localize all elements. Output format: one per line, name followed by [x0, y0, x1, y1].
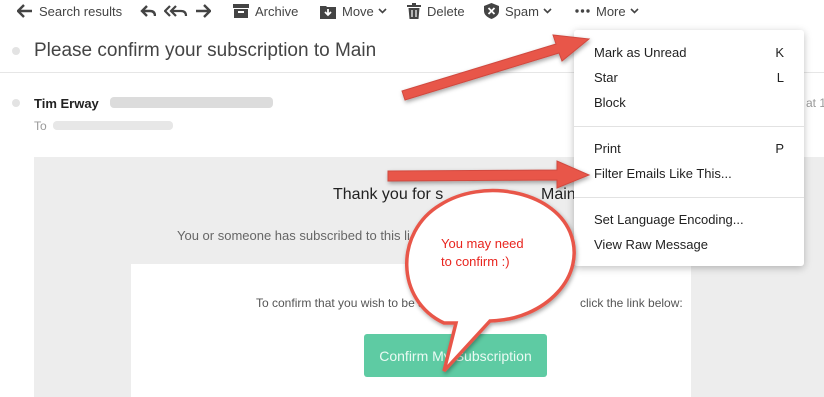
more-dropdown-menu: Mark as Unread K Star L Block Print P Fi…	[574, 30, 804, 266]
toolbar: Search results Archive Move Delete Spam …	[0, 0, 824, 22]
menu-item-view-raw[interactable]: View Raw Message	[594, 236, 784, 254]
delete-label: Delete	[427, 3, 465, 19]
move-folder-icon	[320, 5, 336, 19]
sender-name[interactable]: Tim Erway	[34, 96, 99, 111]
confirm-instruction: To confirm that you wish to be s	[256, 296, 425, 310]
menu-item-shortcut: P	[775, 141, 784, 156]
back-label: Search results	[39, 3, 123, 19]
menu-divider	[574, 126, 804, 127]
menu-item-print[interactable]: Print P	[594, 140, 784, 158]
arrow-left-icon	[17, 4, 32, 18]
menu-item-label: Block	[594, 95, 626, 110]
menu-item-shortcut: L	[776, 70, 784, 85]
menu-item-label: Print	[594, 141, 621, 156]
menu-item-label: Set Language Encoding...	[594, 212, 744, 227]
archive-label: Archive	[255, 3, 299, 19]
menu-item-filter-emails[interactable]: Filter Emails Like This...	[594, 165, 784, 183]
more-button[interactable]: More	[575, 2, 639, 20]
menu-item-star[interactable]: Star L	[594, 69, 784, 87]
thanks-heading: Thank you for s	[333, 186, 444, 203]
unread-dot[interactable]	[12, 47, 20, 55]
arrow-right-icon	[196, 4, 211, 18]
to-label: To	[34, 119, 47, 133]
confirm-card	[131, 264, 691, 397]
back-to-search-results-button[interactable]: Search results	[17, 2, 122, 20]
menu-item-language-encoding[interactable]: Set Language Encoding...	[594, 211, 784, 229]
reply-all-button[interactable]	[164, 2, 188, 20]
menu-item-label: Star	[594, 70, 618, 85]
menu-item-label: Filter Emails Like This...	[594, 166, 732, 181]
callout-line-1: You may need	[441, 236, 524, 251]
confirm-instruction-end: click the link below:	[580, 296, 683, 310]
delete-button[interactable]: Delete	[407, 2, 465, 20]
menu-item-label: Mark as Unread	[594, 45, 687, 60]
reply-icon	[140, 5, 156, 17]
callout-text: You may need to confirm :)	[441, 235, 551, 271]
callout-line-2: to confirm :)	[441, 254, 510, 269]
confirm-subscription-button[interactable]: Confirm My Subscription	[364, 334, 547, 377]
menu-item-mark-unread[interactable]: Mark as Unread K	[594, 44, 784, 62]
menu-item-label: View Raw Message	[594, 237, 708, 252]
message-time: at 1	[806, 96, 824, 110]
spam-label: Spam	[505, 3, 539, 19]
menu-item-shortcut: K	[775, 45, 784, 60]
archive-icon	[233, 4, 249, 18]
more-dots-icon	[575, 9, 590, 13]
menu-item-block[interactable]: Block	[594, 94, 784, 112]
archive-button[interactable]: Archive	[233, 2, 298, 20]
trash-icon	[407, 3, 421, 19]
sender-status-dot	[12, 99, 20, 107]
message-subject: Please confirm your subscription to Main	[34, 40, 377, 61]
shield-x-icon	[484, 3, 499, 19]
subscribed-notice: You or someone has subscribed to this li	[177, 228, 410, 243]
more-label: More	[596, 3, 626, 19]
move-button[interactable]: Move	[320, 2, 387, 20]
spam-button[interactable]: Spam	[484, 2, 552, 20]
forward-button[interactable]	[195, 2, 211, 20]
chevron-down-icon	[378, 8, 387, 14]
move-label: Move	[342, 3, 374, 19]
redacted-recipient	[53, 121, 173, 130]
redacted-sender-email	[110, 97, 273, 108]
reply-all-icon	[164, 5, 188, 17]
chevron-down-icon	[543, 8, 552, 14]
reply-button[interactable]	[140, 2, 156, 20]
thanks-heading-end: Main	[541, 186, 576, 203]
chevron-down-icon	[630, 8, 639, 14]
menu-divider	[574, 197, 804, 198]
